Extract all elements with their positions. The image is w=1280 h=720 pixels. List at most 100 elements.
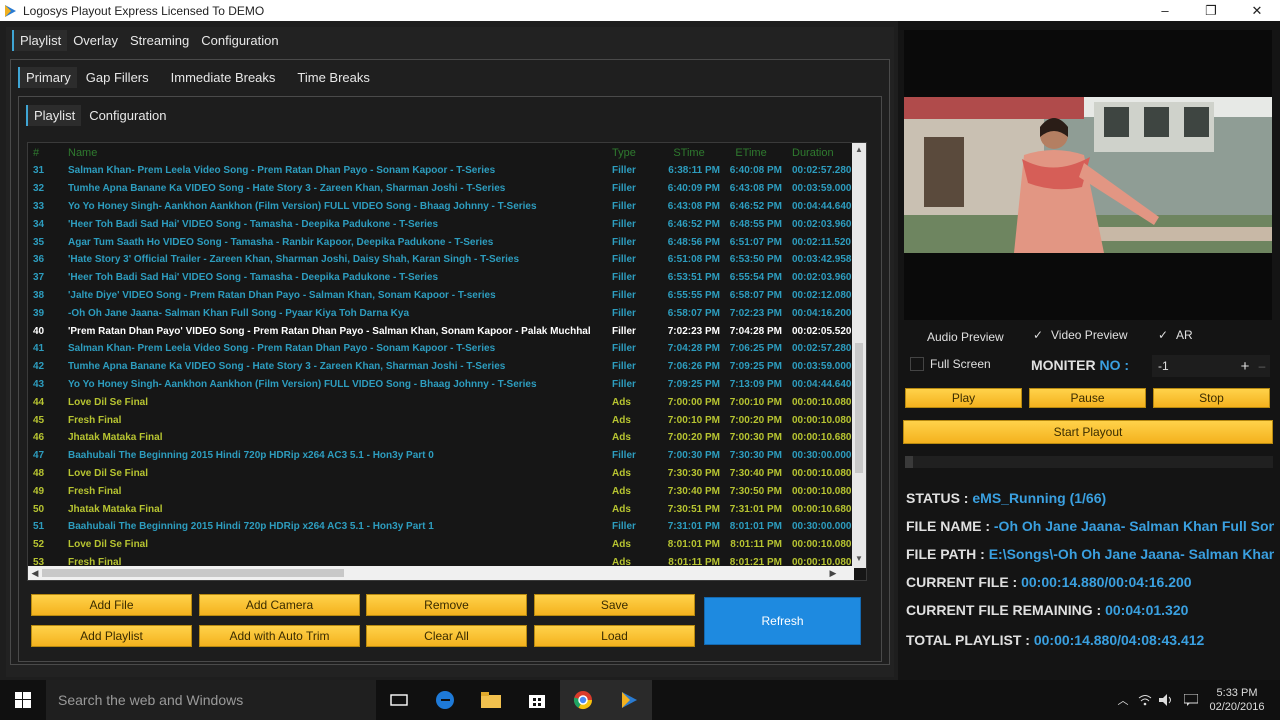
start-button[interactable] (0, 680, 46, 720)
video-preview-check-icon[interactable]: ✓ (1031, 328, 1045, 342)
row-type: Filler (612, 325, 636, 337)
maximize-button[interactable]: ❐ (1188, 0, 1234, 21)
add-file-button[interactable]: Add File (31, 594, 192, 616)
col-etime[interactable]: ETime (720, 143, 782, 162)
edge-icon[interactable] (422, 680, 468, 720)
table-row[interactable]: 35 Agar Tum Saath Ho VIDEO Song - Tamasha… (28, 233, 854, 251)
table-row[interactable]: 38 'Jalte Diye' VIDEO Song - Prem Ratan D… (28, 287, 854, 305)
clock[interactable]: 5:33 PM 02/20/2016 (1204, 686, 1270, 714)
chrome-icon[interactable] (560, 680, 606, 720)
file-explorer-icon[interactable] (468, 680, 514, 720)
row-start-time: 7:30:40 PM (667, 485, 720, 497)
task-view-icon[interactable] (376, 680, 422, 720)
pause-button[interactable]: Pause (1029, 388, 1146, 408)
row-end-time: 6:40:08 PM (729, 165, 782, 177)
col-number[interactable]: # (28, 143, 68, 162)
vertical-scroll-thumb[interactable] (855, 343, 863, 473)
table-row[interactable]: 52 Love Dil Se Final Ads 8:01:01 PM 8:01:11 … (28, 536, 854, 554)
row-number: 31 (33, 165, 45, 177)
table-row[interactable]: 44 Love Dil Se Final Ads 7:00:00 PM 7:00:10 … (28, 393, 854, 411)
audio-preview-option[interactable]: Audio Preview (927, 330, 1004, 344)
playlist-rows: 31 Salman Khan- Prem Leela Video Song - P… (28, 162, 854, 571)
notification-icon[interactable] (1178, 680, 1204, 720)
minimize-button[interactable]: – (1142, 0, 1188, 21)
tab-configuration[interactable]: Configuration (195, 30, 284, 51)
total-playlist-line: TOTAL PLAYLIST : 00:00:14.880/04:08:43.4… (906, 632, 1274, 648)
start-playout-button[interactable]: Start Playout (903, 420, 1273, 444)
playlist-grid[interactable]: # Name Type STime ETime Duration 31 Salma… (27, 142, 867, 581)
full-screen-option[interactable]: Full Screen (910, 357, 991, 371)
moniter-minus-icon[interactable]: – (1254, 359, 1270, 373)
tab-playlist[interactable]: Playlist (12, 30, 68, 51)
col-name[interactable]: Name (68, 143, 610, 162)
app-body: Playlist Overlay Streaming Configuration… (0, 21, 1280, 680)
col-stime[interactable]: STime (658, 143, 720, 162)
horizontal-scroll-thumb[interactable] (42, 569, 344, 577)
refresh-button[interactable]: Refresh (704, 597, 861, 645)
playout-app-icon[interactable] (606, 680, 652, 720)
table-row[interactable]: 47 Baahubali The Beginning 2015 Hindi 720… (28, 447, 854, 465)
table-row[interactable]: 40 'Prem Ratan Dhan Payo' VIDEO Song - Pr… (28, 322, 854, 340)
volume-icon[interactable] (1156, 680, 1178, 720)
taskbar-search[interactable]: Search the web and Windows (46, 680, 376, 720)
scroll-up-icon[interactable]: ▲ (852, 145, 866, 157)
table-row[interactable]: 37 'Heer Toh Badi Sad Hai' VIDEO Song - T… (28, 269, 854, 287)
table-row[interactable]: 50 Jhatak Mataka Final Ads 7:30:51 PM 7:31:0… (28, 500, 854, 518)
row-duration: 00:04:16.200 (792, 307, 852, 319)
tab-gap-fillers[interactable]: Gap Fillers (80, 67, 155, 88)
ar-option[interactable]: ✓ AR (1156, 328, 1193, 342)
table-row[interactable]: 45 Fresh Final Ads 7:00:10 PM 7:00:20 PM 00:0… (28, 411, 854, 429)
store-icon[interactable] (514, 680, 560, 720)
row-type: Filler (612, 272, 636, 284)
scroll-left-icon[interactable]: ◀ (28, 566, 42, 580)
remove-button[interactable]: Remove (366, 594, 527, 616)
tab-primary[interactable]: Primary (18, 67, 77, 88)
row-type: Filler (612, 361, 636, 373)
col-type[interactable]: Type (610, 143, 658, 162)
add-auto-trim-button[interactable]: Add with Auto Trim (199, 625, 360, 647)
stop-button[interactable]: Stop (1153, 388, 1270, 408)
row-duration: 00:02:12.080 (792, 289, 852, 301)
table-row[interactable]: 34 'Heer Toh Badi Sad Hai' VIDEO Song - T… (28, 215, 854, 233)
horizontal-scrollbar[interactable]: ◀ ▶ (28, 566, 854, 580)
tab-overlay[interactable]: Overlay (67, 30, 124, 51)
vertical-scrollbar[interactable]: ▲ ▼ (852, 143, 866, 568)
table-row[interactable]: 49 Fresh Final Ads 7:30:40 PM 7:30:50 PM 00:0… (28, 482, 854, 500)
table-row[interactable]: 48 Love Dil Se Final Ads 7:30:30 PM 7:30:40 … (28, 465, 854, 483)
table-row[interactable]: 33 Yo Yo Honey Singh- Aankhon Aankhon (Fi… (28, 198, 854, 216)
table-row[interactable]: 43 Yo Yo Honey Singh- Aankhon Aankhon (Fi… (28, 376, 854, 394)
tab-inner-configuration[interactable]: Configuration (83, 105, 172, 126)
tab-streaming[interactable]: Streaming (124, 30, 195, 51)
add-playlist-button[interactable]: Add Playlist (31, 625, 192, 647)
moniter-stepper[interactable]: -1 + – (1152, 355, 1270, 377)
table-row[interactable]: 41 Salman Khan- Prem Leela Video Song - P… (28, 340, 854, 358)
table-row[interactable]: 51 Baahubali The Beginning 2015 Hindi 720… (28, 518, 854, 536)
video-preview-option[interactable]: ✓ Video Preview (1031, 328, 1128, 342)
table-row[interactable]: 32 Tumhe Apna Banane Ka VIDEO Song - Hate… (28, 180, 854, 198)
table-row[interactable]: 36 'Hate Story 3' Official Trailer - Zare… (28, 251, 854, 269)
save-button[interactable]: Save (534, 594, 695, 616)
table-row[interactable]: 42 Tumhe Apna Banane Ka VIDEO Song - Hate… (28, 358, 854, 376)
close-button[interactable]: ✕ (1234, 0, 1280, 21)
scroll-down-icon[interactable]: ▼ (852, 554, 866, 566)
col-duration[interactable]: Duration (782, 143, 854, 162)
table-row[interactable]: 46 Jhatak Mataka Final Ads 7:00:20 PM 7:00:3… (28, 429, 854, 447)
table-row[interactable]: 39 -Oh Oh Jane Jaana- Salman Khan Full So… (28, 304, 854, 322)
moniter-plus-icon[interactable]: + (1236, 358, 1254, 375)
clear-all-button[interactable]: Clear All (366, 625, 527, 647)
moniter-value[interactable]: -1 (1158, 359, 1236, 373)
full-screen-checkbox[interactable] (910, 357, 924, 371)
tab-immediate-breaks[interactable]: Immediate Breaks (165, 67, 282, 88)
table-row[interactable]: 31 Salman Khan- Prem Leela Video Song - P… (28, 162, 854, 180)
scroll-right-icon[interactable]: ▶ (826, 566, 840, 580)
playback-progress-bar[interactable] (905, 456, 1273, 468)
network-icon[interactable] (1134, 680, 1156, 720)
tab-time-breaks[interactable]: Time Breaks (291, 67, 375, 88)
play-button[interactable]: Play (905, 388, 1022, 408)
ar-check-icon[interactable]: ✓ (1156, 328, 1170, 342)
tab-inner-playlist[interactable]: Playlist (26, 105, 82, 126)
chevron-up-icon[interactable]: ︿ (1112, 680, 1134, 720)
add-camera-button[interactable]: Add Camera (199, 594, 360, 616)
playback-progress-thumb[interactable] (905, 456, 913, 468)
load-button[interactable]: Load (534, 625, 695, 647)
